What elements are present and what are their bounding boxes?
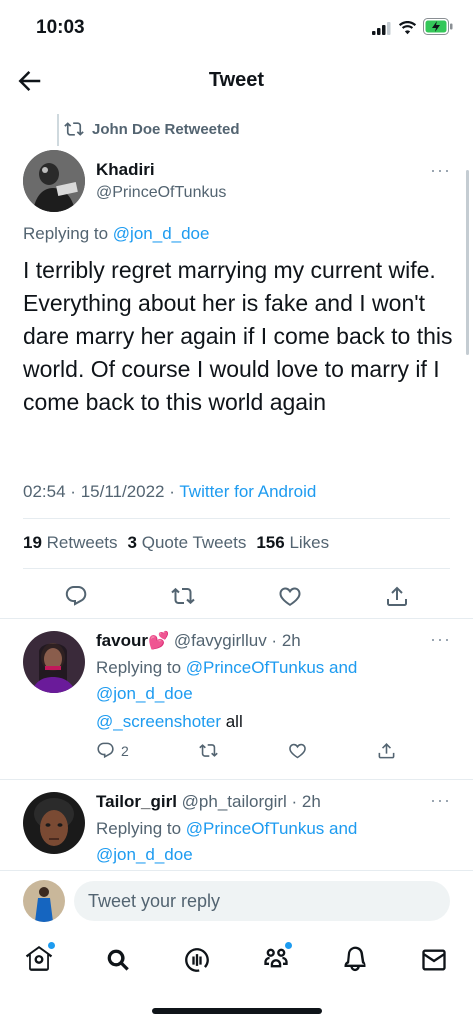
wifi-icon — [398, 21, 417, 35]
tab-communities[interactable] — [262, 941, 292, 977]
reply-button[interactable] — [58, 578, 94, 614]
reply-header: favour💕 @favygirlluv · 2h — [96, 631, 301, 651]
retweet-context-line — [57, 114, 59, 146]
reply-input[interactable]: Tweet your reply — [74, 881, 450, 921]
reply-age: 2h — [281, 631, 301, 650]
divider — [23, 518, 450, 519]
more-options-icon[interactable]: ··· — [430, 160, 451, 181]
likes-label: Likes — [289, 533, 330, 552]
scrollbar[interactable] — [466, 170, 469, 355]
battery-charging-icon — [423, 18, 453, 35]
reply-text: @_screenshoter all — [96, 709, 243, 735]
tweet-time: 02:54 — [23, 482, 66, 501]
reply-author-handle[interactable]: @ph_tailorgirl — [182, 792, 287, 811]
share-icon — [386, 586, 407, 606]
reply-header: Tailor_girl @ph_tailorgirl · 2h — [96, 792, 321, 812]
status-bar: 10:03 — [0, 0, 473, 54]
replying-to-handles[interactable]: @PrinceOfTunkus and — [186, 819, 358, 838]
more-options-icon[interactable]: ··· — [430, 790, 451, 811]
reply-age: 2h — [301, 792, 321, 811]
quotes-stat[interactable]: 3 Quote Tweets — [128, 533, 247, 553]
compose-bar: Tweet your reply — [0, 870, 473, 930]
replying-to-prefix: Replying to — [96, 819, 182, 838]
spaces-icon[interactable] — [183, 946, 211, 974]
likes-stat[interactable]: 156 Likes — [256, 533, 329, 553]
tweet-meta: 02:54 · 15/11/2022 · Twitter for Android — [23, 482, 316, 502]
replying-to-handle[interactable]: @jon_d_doe — [96, 684, 193, 703]
like-icon[interactable] — [288, 741, 307, 760]
reply-icon — [97, 742, 114, 759]
search-icon[interactable] — [104, 946, 132, 974]
reply-icon — [66, 586, 87, 606]
notification-dot — [48, 941, 56, 949]
replying-to-handles[interactable]: @PrinceOfTunkus and — [186, 658, 358, 677]
reply-author-handle[interactable]: @favygirlluv — [174, 631, 267, 650]
quotes-count: 3 — [127, 533, 137, 552]
separator: · — [286, 792, 302, 811]
author-avatar[interactable] — [23, 150, 85, 212]
author-handle[interactable]: @PrinceOfTunkus — [96, 184, 226, 202]
meta-separator: · — [70, 482, 76, 501]
author-avatar-image — [23, 150, 85, 212]
share-icon[interactable] — [377, 741, 396, 760]
reply-replying-to: Replying to @PrinceOfTunkus and @jon_d_d… — [96, 655, 357, 707]
reply-count: 2 — [121, 742, 129, 759]
reply-avatar-image — [23, 631, 85, 693]
retweet-context[interactable]: John Doe Retweeted — [64, 118, 240, 140]
reply-avatar-image — [23, 792, 85, 854]
my-avatar[interactable] — [23, 880, 65, 922]
retweet-icon[interactable] — [199, 741, 218, 760]
meta-separator: · — [169, 482, 175, 501]
reply-tweet[interactable]: Tailor_girl @ph_tailorgirl · 2h ··· Repl… — [0, 780, 473, 870]
cellular-signal-icon — [372, 22, 391, 35]
page-title: Tweet — [208, 69, 265, 91]
retweets-stat[interactable]: 19 Retweets — [23, 533, 118, 553]
retweet-icon — [64, 122, 84, 136]
replying-to-handle[interactable]: @jon_d_doe — [113, 224, 210, 243]
replying-to-prefix: Replying to — [23, 224, 109, 243]
quotes-label: Quote Tweets — [141, 533, 247, 552]
retweet-icon — [171, 587, 195, 605]
tab-home[interactable] — [25, 941, 56, 977]
reply-text-suffix: all — [221, 712, 243, 731]
replying-to-prefix: Replying to — [96, 658, 182, 677]
reply-tweet[interactable]: favour💕 @favygirlluv · 2h ··· Replying t… — [0, 619, 473, 779]
retweet-button[interactable] — [165, 578, 201, 614]
home-indicator — [152, 1008, 322, 1014]
author-name[interactable]: Khadiri — [96, 160, 155, 180]
reply-avatar[interactable] — [23, 792, 85, 854]
reply-author-name[interactable]: Tailor_girl — [96, 792, 177, 811]
bottom-tab-bar — [0, 930, 473, 990]
notification-dot — [284, 941, 292, 949]
header: Tweet — [0, 54, 473, 108]
retweets-count: 19 — [23, 533, 42, 552]
reply-reply-button[interactable]: 2 — [96, 741, 129, 760]
tweet-source[interactable]: Twitter for Android — [179, 482, 316, 501]
my-avatar-image — [23, 880, 65, 922]
tweet-actions — [23, 578, 450, 614]
separator: · — [266, 631, 282, 650]
reply-replying-to: Replying to @PrinceOfTunkus and @jon_d_d… — [96, 816, 357, 868]
retweet-context-label: John Doe Retweeted — [92, 120, 240, 138]
like-icon — [279, 587, 301, 606]
tweet-stats: 19 Retweets 3 Quote Tweets 156 Likes — [23, 533, 329, 553]
replying-to: Replying to @jon_d_doe — [23, 224, 209, 244]
share-button[interactable] — [379, 578, 415, 614]
reply-mention[interactable]: @_screenshoter — [96, 712, 221, 731]
notifications-icon[interactable] — [341, 946, 369, 974]
more-options-icon[interactable]: ··· — [430, 629, 451, 650]
messages-icon[interactable] — [420, 946, 448, 974]
reply-actions: 2 — [96, 741, 396, 760]
tweet-text: I terribly regret marrying my current wi… — [23, 257, 453, 415]
status-time: 10:03 — [36, 17, 85, 38]
likes-count: 156 — [256, 533, 285, 552]
tweet-date: 15/11/2022 — [80, 482, 165, 501]
reply-avatar[interactable] — [23, 631, 85, 693]
reply-author-name[interactable]: favour💕 — [96, 631, 169, 650]
retweets-label: Retweets — [46, 533, 118, 552]
replying-to-handle[interactable]: @jon_d_doe — [96, 845, 193, 864]
like-button[interactable] — [272, 578, 308, 614]
divider — [23, 568, 450, 569]
